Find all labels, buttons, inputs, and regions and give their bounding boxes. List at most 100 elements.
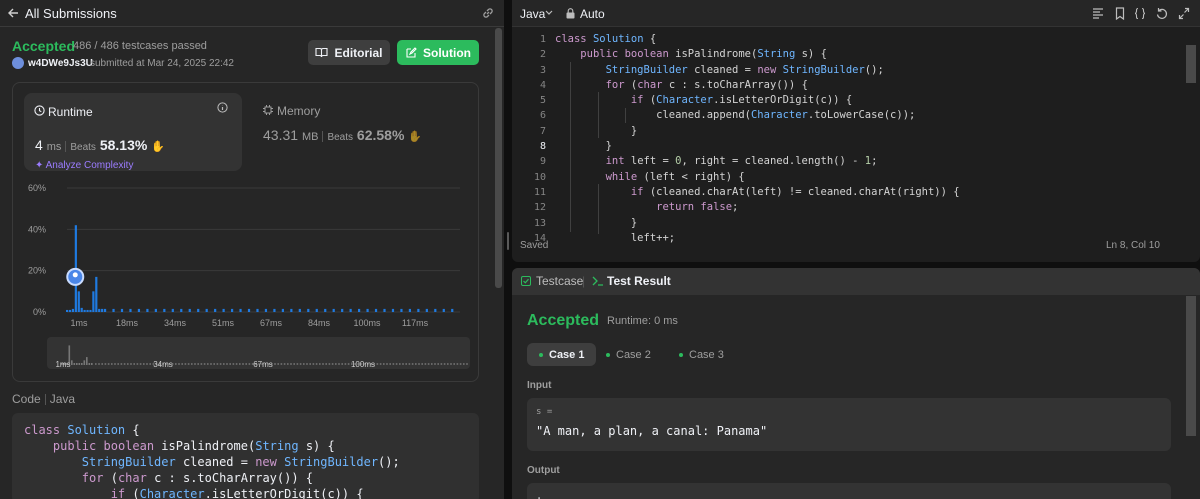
- minimap-bar: [395, 363, 398, 365]
- case-tab-3[interactable]: Case 3: [667, 343, 736, 366]
- editorial-button[interactable]: Editorial: [308, 40, 390, 65]
- minimap-bar: [280, 363, 283, 365]
- editor-code[interactable]: class Solution { public boolean isPalind…: [555, 32, 960, 246]
- minimap-bar: [130, 363, 132, 365]
- code-line[interactable]: return false;: [555, 200, 960, 215]
- left-scrollbar[interactable]: [495, 28, 502, 288]
- code-line[interactable]: if (cleaned.charAt(left) != cleaned.char…: [555, 185, 960, 200]
- code-line[interactable]: int left = 0, right = cleaned.length() -…: [555, 154, 960, 169]
- x-tick-label: 117ms: [402, 318, 429, 328]
- code-line[interactable]: while (left < right) {: [555, 170, 960, 185]
- code-label: Code: [12, 392, 41, 406]
- minimap-bar: [219, 363, 222, 365]
- minimap-bar: [120, 363, 123, 365]
- minimap-bar: [123, 363, 126, 365]
- braces-icon[interactable]: [1134, 7, 1146, 20]
- minimap-bar: [197, 363, 199, 365]
- format-icon[interactable]: [1092, 7, 1104, 20]
- solution-label: Solution: [423, 45, 471, 60]
- input-box: s = "A man, a plan, a canal: Panama": [527, 398, 1171, 451]
- editor-scrollbar[interactable]: [1186, 45, 1196, 83]
- runtime-card[interactable]: Runtime 4 ms Beats 58.13% ✋ ✦ Analyze Com…: [24, 93, 242, 171]
- clap-icon: ✋: [408, 131, 422, 143]
- expand-icon[interactable]: [1178, 7, 1190, 20]
- bookmark-icon[interactable]: [1114, 7, 1126, 20]
- code-line[interactable]: }: [555, 139, 960, 154]
- code-line[interactable]: class Solution {: [555, 32, 960, 47]
- minimap-bar: [104, 363, 107, 365]
- auto-mode-toggle[interactable]: Auto: [580, 7, 605, 21]
- code-line[interactable]: }: [555, 216, 960, 231]
- memory-label[interactable]: Memory: [277, 104, 320, 118]
- line-number: 6: [539, 110, 546, 122]
- minimap-bar: [226, 363, 228, 365]
- minimap-bar: [139, 363, 142, 365]
- code-line[interactable]: StringBuilder cleaned = new StringBuilde…: [555, 63, 960, 78]
- tab-test-result[interactable]: Test Result: [607, 274, 671, 288]
- code-editor[interactable]: Java Auto 1 2 3 4 5 6 7 8 9 10 11 12 13 14 class Solu…: [512, 0, 1200, 262]
- tab-testcase[interactable]: Testcase: [536, 274, 583, 288]
- console-panel: Testcase | Test Result Accepted Runtime:…: [512, 268, 1200, 499]
- code-line[interactable]: cleaned.append(Character.toLowerCase(c))…: [555, 108, 960, 123]
- code-line[interactable]: }: [555, 124, 960, 139]
- minimap-bar: [293, 363, 295, 365]
- chart-bar: [205, 308, 208, 312]
- minimap-bar: [242, 363, 244, 365]
- arrow-left-icon[interactable]: [7, 7, 19, 19]
- all-submissions-link[interactable]: All Submissions: [25, 6, 117, 21]
- runtime-distribution-chart[interactable]: 60% 40% 20% 0% 1ms 18ms 34ms 51ms 67ms 84ms 100ms 1…: [13, 178, 480, 338]
- submitted-code: class Solution { public boolean isPalind…: [12, 413, 479, 499]
- minimap-bar: [229, 363, 231, 365]
- minimap-bar: [210, 363, 212, 365]
- language-select[interactable]: Java: [520, 7, 545, 21]
- minimap-bar: [376, 363, 379, 365]
- memory-value-row: 43.31 MB Beats 62.58% ✋: [263, 127, 422, 143]
- x-tick-label: 1ms: [70, 318, 88, 328]
- avatar[interactable]: [12, 57, 24, 69]
- case-label: Case 3: [689, 348, 724, 361]
- code-line[interactable]: for (char c : s.toCharArray()) {: [555, 78, 960, 93]
- submission-header: All Submissions: [0, 0, 504, 27]
- minimap-bar: [101, 363, 103, 365]
- chart-bar: [120, 308, 124, 312]
- chart-bar: [146, 308, 149, 312]
- minimap-bar: [290, 363, 292, 365]
- distribution-minimap[interactable]: 1ms 34ms 67ms 100ms: [47, 337, 470, 369]
- info-icon[interactable]: [217, 102, 228, 113]
- console-scrollbar[interactable]: [1186, 296, 1196, 436]
- solution-button[interactable]: Solution: [397, 40, 479, 65]
- case-tab-1[interactable]: Case 1: [527, 343, 597, 366]
- minimap-bar: [386, 363, 388, 365]
- chart-bar: [154, 308, 157, 312]
- x-tick-label: 51ms: [212, 318, 235, 328]
- link-icon[interactable]: [481, 6, 495, 20]
- performance-card: Runtime 4 ms Beats 58.13% ✋ ✦ Analyze Com…: [12, 82, 479, 382]
- code-line[interactable]: if (Character.isLetterOrDigit(c)) {: [555, 93, 960, 108]
- minimap-bar: [73, 363, 76, 365]
- minimap-bar: [245, 363, 247, 365]
- checkbox-icon: [521, 276, 531, 286]
- line-number: 2: [539, 49, 546, 61]
- reset-icon[interactable]: [1156, 7, 1168, 20]
- line-number: 4: [539, 79, 546, 91]
- minimap-bar: [235, 363, 238, 365]
- x-tick-label: 100ms: [353, 318, 381, 328]
- username[interactable]: w4DWe9Js3U: [28, 58, 93, 69]
- chevron-down-icon[interactable]: [545, 10, 553, 16]
- minimap-bar: [443, 363, 446, 365]
- chart-bar: [66, 309, 69, 312]
- divider-handle[interactable]: [507, 232, 509, 250]
- line-numbers: 1 2 3 4 5 6 7 8 9 10 11 12 13 14: [512, 32, 546, 246]
- code-line[interactable]: left++;: [555, 231, 960, 246]
- analyze-complexity-button[interactable]: ✦ Analyze Complexity: [35, 160, 133, 171]
- code-line[interactable]: public boolean isPalindrome(String s) {: [555, 47, 960, 62]
- sparkle-icon: ✦: [35, 160, 44, 171]
- result-status: Accepted: [527, 312, 600, 329]
- minimap-bar: [86, 357, 88, 365]
- chart-bar: [442, 308, 445, 312]
- minimap-bar: [411, 363, 414, 365]
- minimap-bar: [223, 363, 225, 365]
- chart-bar: [214, 308, 217, 312]
- case-tab-2[interactable]: Case 2: [594, 343, 663, 366]
- minimap-bar: [117, 363, 119, 365]
